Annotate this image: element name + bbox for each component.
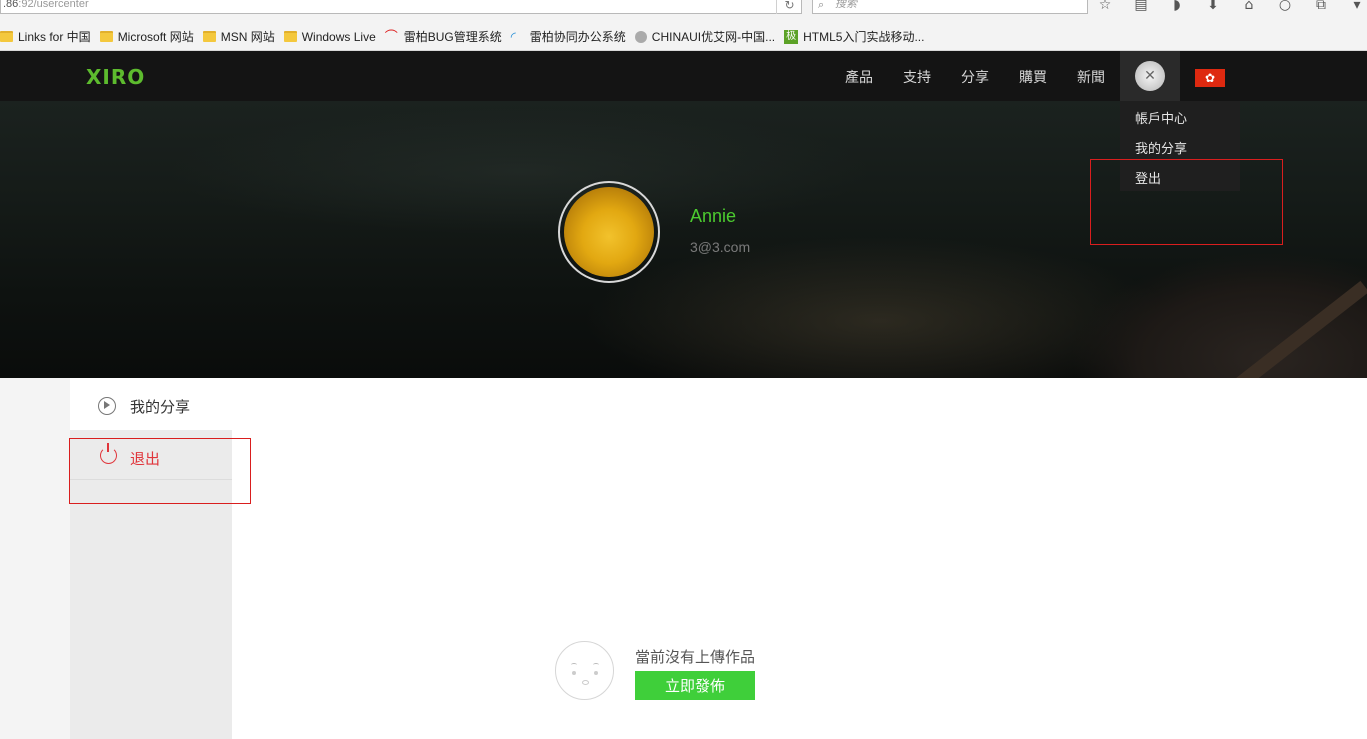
url-host: .86 <box>3 0 19 10</box>
user-menu-button[interactable]: ✕ <box>1120 51 1180 101</box>
rapoo-icon: ⌒ <box>384 29 398 44</box>
nav-share[interactable]: 分享 <box>961 67 989 87</box>
nav-products[interactable]: 產品 <box>845 67 873 87</box>
annotation-box-sidebar-logout <box>69 438 251 504</box>
search-placeholder: 搜索 <box>835 0 857 10</box>
bookmark-label: Links for 中国 <box>18 30 91 44</box>
reload-icon[interactable]: ↻ <box>776 0 802 14</box>
sidebar: 我的分享 退出 <box>70 378 232 739</box>
search-input[interactable]: ⌕ 搜索 <box>812 0 1088 14</box>
browser-toolbar: .86:92/usercenter ↻ ⌕ 搜索 ☆ ▤ ◗ ⬇ ⌂ ○ ⧉ ▾ <box>0 0 1367 23</box>
user-email: 3@3.com <box>690 239 751 255</box>
bookmark-item[interactable]: CHINAUI优艾网-中国... <box>634 23 776 51</box>
site-icon: 极 <box>784 29 799 44</box>
bookmark-label: 雷柏协同办公系统 <box>529 30 626 44</box>
bookmark-item[interactable]: Windows Live <box>283 23 376 51</box>
chat-icon[interactable]: ○ <box>1276 0 1294 13</box>
folder-icon <box>202 31 216 42</box>
folder-icon <box>0 31 13 42</box>
bookmark-label: CHINAUI优艾网-中国... <box>651 30 776 44</box>
sidebar-item-label: 我的分享 <box>130 398 191 416</box>
user-name: Annie <box>690 206 737 226</box>
reading-list-icon[interactable]: ▤ <box>1132 0 1150 13</box>
search-icon: ⌕ <box>818 0 825 11</box>
menu-my-shares[interactable]: 我的分享 <box>1135 138 1187 157</box>
url-path: :92/usercenter <box>18 0 89 10</box>
folder-icon <box>283 31 297 42</box>
bookmark-item[interactable]: MSN 网站 <box>202 23 275 51</box>
bookmark-item[interactable]: Links for 中国 <box>0 23 91 51</box>
avatar-image <box>564 187 654 277</box>
bookmark-item[interactable]: ◜ 雷柏协同办公系统 <box>511 23 626 51</box>
user-avatar-icon: ✕ <box>1135 61 1165 91</box>
profile-avatar[interactable] <box>558 181 660 283</box>
folder-icon <box>99 31 113 42</box>
bookmark-item[interactable]: ⌒ 雷柏BUG管理系统 <box>385 23 502 51</box>
face-eye <box>593 663 599 667</box>
logo[interactable]: XIRO <box>86 65 145 89</box>
menu-account-center[interactable]: 帳戶中心 <box>1135 108 1187 127</box>
face-cheek <box>572 671 576 675</box>
hong-kong-flag-icon[interactable]: ✿ <box>1195 69 1225 87</box>
annotation-box-logout-menu <box>1090 159 1283 245</box>
empty-state-message: 當前沒有上傳作品 <box>635 648 756 666</box>
face-cheek <box>594 671 598 675</box>
face-mouth <box>582 680 589 685</box>
download-icon[interactable]: ⬇ <box>1204 0 1222 13</box>
bookmarks-bar: Links for 中国 Microsoft 网站 MSN 网站 Windows… <box>0 23 1367 51</box>
site-header: XIRO 產品 支持 分享 購買 新聞 ✕ ✿ <box>0 51 1367 101</box>
bookmark-label: Windows Live <box>301 29 376 44</box>
bookmark-item[interactable]: 极 HTML5入门实战移动... <box>784 23 924 51</box>
publish-now-button[interactable]: 立即發佈 <box>635 671 755 700</box>
bookmark-label: HTML5入门实战移动... <box>803 30 925 44</box>
nav-support[interactable]: 支持 <box>903 67 931 87</box>
star-icon[interactable]: ☆ <box>1096 0 1114 13</box>
pocket-icon[interactable]: ◗ <box>1168 0 1186 13</box>
bookmark-label: MSN 网站 <box>220 30 275 44</box>
sidebar-item-my-shares[interactable]: 我的分享 <box>70 378 232 430</box>
bookmark-label: 雷柏BUG管理系统 <box>403 30 502 44</box>
extension-icon[interactable]: ⧉ <box>1312 0 1330 13</box>
play-circle-icon <box>98 397 116 415</box>
bookmark-item[interactable]: Microsoft 网站 <box>99 23 194 51</box>
globe-icon <box>634 30 647 43</box>
nav-news[interactable]: 新聞 <box>1077 67 1105 87</box>
home-icon[interactable]: ⌂ <box>1240 0 1258 13</box>
left-gutter <box>0 378 70 739</box>
empty-face-icon <box>555 641 614 700</box>
nav-buy[interactable]: 購買 <box>1019 67 1047 87</box>
url-bar[interactable]: .86:92/usercenter <box>0 0 802 14</box>
wifi-icon: ◜ <box>510 29 516 44</box>
menu-icon[interactable]: ▾ <box>1348 0 1366 13</box>
face-eye <box>571 663 577 667</box>
bookmark-label: Microsoft 网站 <box>117 30 194 44</box>
